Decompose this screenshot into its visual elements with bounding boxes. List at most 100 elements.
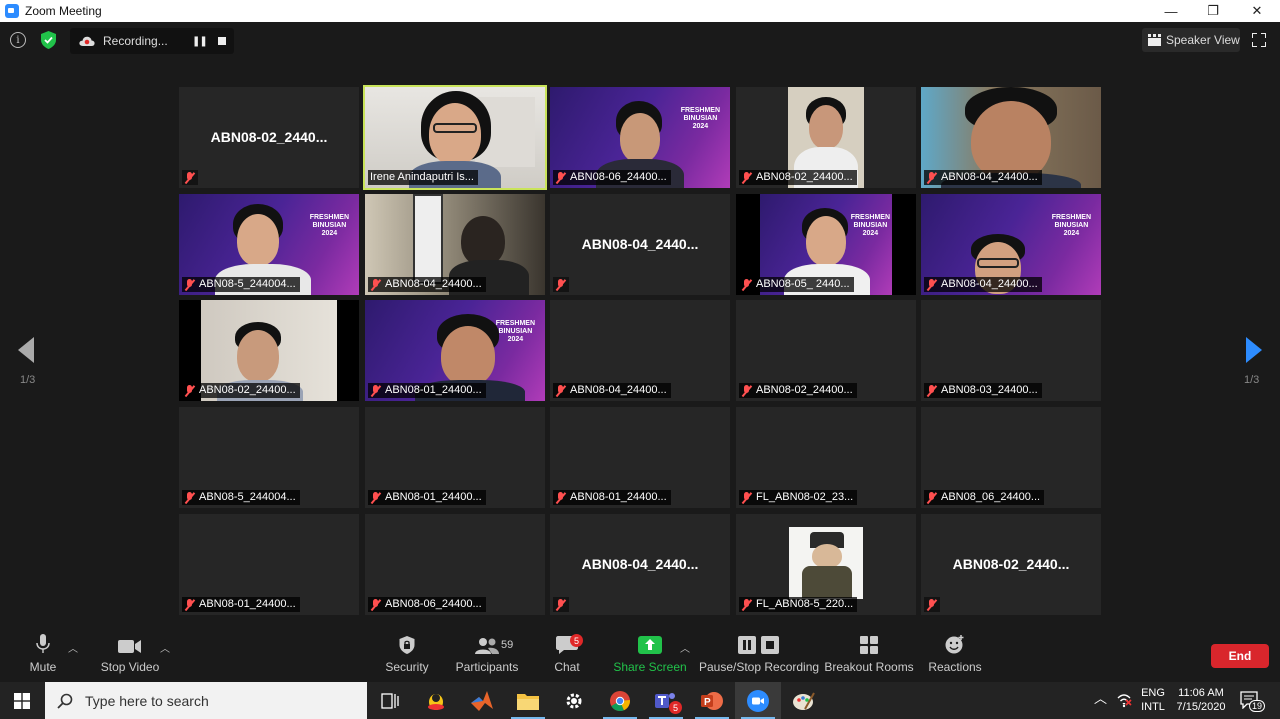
muted-mic-icon [741,171,752,184]
participant-name: ABN08-04_24400... [385,278,482,290]
speaker-view-button[interactable]: Speaker View [1142,28,1240,52]
participants-button[interactable]: 59 Participants [456,626,518,682]
participant-tile[interactable]: FL_ABN08-02_23... [736,407,916,508]
participant-tile[interactable]: ABN08-02_2440... [179,87,359,188]
recording-indicator: Recording... ❚❚ [70,28,234,54]
participant-tile[interactable]: FRESHMEN BINUSIAN 2024 ABN08-05_ 2440... [736,194,916,295]
microphone-icon [36,634,50,653]
participant-tile[interactable]: FL_ABN08-5_220... [736,514,916,615]
teams-taskbar-icon[interactable]: 5 [643,682,689,719]
participant-tile[interactable]: ABN08-04_24400... [921,87,1101,188]
clock[interactable]: 11:06 AM 7/15/2020 [1172,686,1230,714]
participant-tile[interactable]: FRESHMEN BINUSIAN 2024 ABN08-01_24400... [365,300,545,401]
fullscreen-icon[interactable] [1252,33,1266,47]
zoom-taskbar-icon[interactable] [735,682,781,719]
taskbar-search-box[interactable]: Type here to search [45,682,367,719]
close-button[interactable]: ✕ [1236,0,1278,22]
chat-app-taskbar-icon[interactable] [413,682,459,719]
restore-button[interactable]: ❐ [1192,0,1234,22]
windows-logo-icon [14,692,30,709]
tray-overflow-caret[interactable]: ︿ [1094,692,1107,706]
participant-name: ABN08-05_ 2440... [756,278,850,290]
participant-name: ABN08-06_24400... [570,171,667,183]
participant-tile[interactable]: ABN08-01_24400... [550,407,730,508]
participant-tile[interactable]: FRESHMEN BINUSIAN 2024 ABN08-04_24400... [921,194,1101,295]
pause-stop-icons [738,636,779,654]
end-meeting-button[interactable]: End [1211,644,1269,668]
stop-video-label: Stop Video [100,660,160,674]
audio-options-caret[interactable]: ︿ [68,640,78,655]
participants-label: Participants [455,660,519,674]
security-button[interactable]: Security [385,626,429,682]
participants-icon [475,638,499,654]
minimize-button[interactable]: — [1150,0,1192,22]
participant-label: ABN08-01_24400... [368,383,486,398]
participant-status [924,597,940,612]
participant-label: ABN08-01_24400... [368,490,486,505]
participant-label: FL_ABN08-5_220... [739,597,858,612]
participant-tile[interactable]: ABN08-02_24400... [736,87,916,188]
participant-tile[interactable]: ABN08-02_2440... [921,514,1101,615]
muted-mic-icon [555,598,566,611]
previous-page-arrow[interactable] [18,337,34,363]
security-shield-icon [399,636,415,654]
encryption-shield-icon[interactable] [40,31,57,49]
participant-tile[interactable]: Irene Anindaputri Is... [363,85,547,190]
security-label: Security [385,660,429,674]
start-button[interactable] [0,682,44,719]
share-options-caret[interactable]: ︿ [680,640,690,655]
participant-name: ABN08-02_24400... [199,384,296,396]
muted-mic-icon [555,384,566,397]
notifications-icon[interactable]: 19 [1240,691,1266,713]
chrome-taskbar-icon[interactable] [597,682,643,719]
participant-tile[interactable]: ABN08-06_24400... [365,514,545,615]
mute-button[interactable]: Mute [23,626,63,682]
reactions-button[interactable]: Reactions [928,626,982,682]
pause-stop-recording-button[interactable]: Pause/Stop Recording [699,626,819,682]
video-options-caret[interactable]: ︿ [160,640,170,655]
paint-taskbar-icon[interactable] [781,682,827,719]
next-page-arrow[interactable] [1246,337,1262,363]
network-icon[interactable] [1116,692,1132,712]
settings-taskbar-icon[interactable] [551,682,597,719]
participant-tile[interactable]: ABN08-02_24400... [736,300,916,401]
share-screen-button[interactable]: Share Screen [613,626,687,682]
muted-mic-icon [184,278,195,291]
cloud-recording-icon [79,36,95,46]
share-screen-icon [638,636,662,654]
muted-mic-icon [926,384,937,397]
participant-tile[interactable]: ABN08-5_244004... [179,407,359,508]
windows-taskbar: Type here to search 5 P ︿ ENG INTL 11:06… [0,682,1280,719]
file-explorer-taskbar-icon[interactable] [505,682,551,719]
participant-tile[interactable]: ABN08-03_24400... [921,300,1101,401]
participant-tile[interactable]: FRESHMEN BINUSIAN 2024 ABN08-06_24400... [550,87,730,188]
participant-tile[interactable]: ABN08-02_24400... [179,300,359,401]
participant-tile[interactable]: ABN08-04_24400... [550,300,730,401]
stop-recording-icon[interactable] [218,37,226,45]
powerpoint-taskbar-icon[interactable]: P [689,682,735,719]
breakout-rooms-button[interactable]: Breakout Rooms [824,626,914,682]
participant-label: ABN08-02_24400... [182,383,300,398]
participant-tile[interactable]: FRESHMEN BINUSIAN 2024 ABN08-5_244004... [179,194,359,295]
meeting-info-icon[interactable]: i [10,32,26,48]
zoom-app-icon [5,4,19,18]
participant-name: ABN08-01_24400... [385,491,482,503]
language-indicator[interactable]: ENG INTL [1140,686,1166,714]
chat-button[interactable]: Chat 5 [552,626,583,682]
participant-tile[interactable]: ABN08-04_2440... [550,194,730,295]
pause-recording-icon[interactable]: ❚❚ [192,36,208,47]
title-bar: Zoom Meeting — ❐ ✕ [0,0,1280,22]
matlab-taskbar-icon[interactable] [459,682,505,719]
recording-label: Recording... [103,34,168,48]
participant-tile[interactable]: ABN08-01_24400... [365,407,545,508]
stop-video-button[interactable]: Stop Video [97,626,163,682]
participant-tile[interactable]: ABN08-01_24400... [179,514,359,615]
muted-mic-icon [926,278,937,291]
participant-tile[interactable]: ABN08-04_2440... [550,514,730,615]
muted-mic-icon [741,491,752,504]
participant-label: ABN08-5_244004... [182,490,300,505]
participant-tile[interactable]: ABN08-04_24400... [365,194,545,295]
participant-tile[interactable]: ABN08_06_24400... [921,407,1101,508]
task-view-icon[interactable] [367,682,413,719]
zoom-window: Zoom Meeting — ❐ ✕ i Recording... ❚❚ Spe… [0,0,1280,719]
